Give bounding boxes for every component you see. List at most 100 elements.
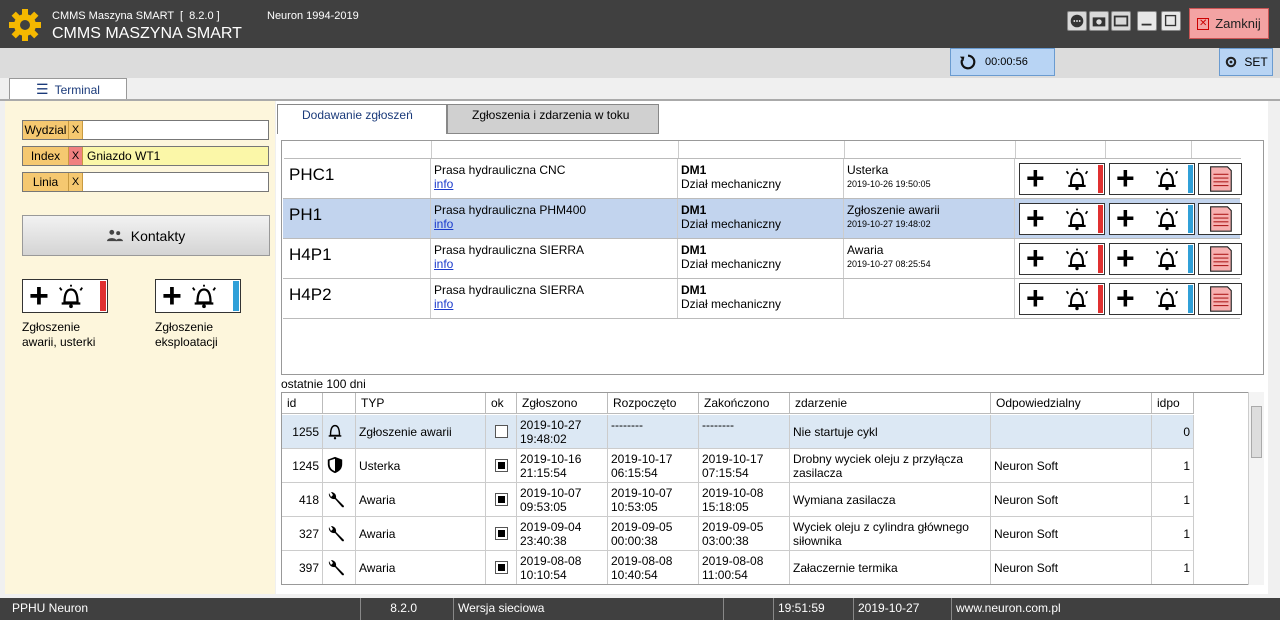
machine-row[interactable]: H4P2 Prasa hydrauliczna SIERRA info DM1 Dzia… <box>283 279 1242 319</box>
filter-index[interactable]: Index X Gniazdo WT1 <box>22 146 269 166</box>
department-name: Dział mechaniczny <box>681 297 782 311</box>
event-row[interactable]: 418 Awaria 2019-10-07 09:53:05 2019-10-07 10:… <box>282 483 1194 517</box>
machine-row[interactable]: PHC1 Prasa hydrauliczna CNC info DM1 Dział m… <box>283 159 1242 199</box>
info-link[interactable]: info <box>434 257 453 271</box>
close-button[interactable]: ✕ Zamknij <box>1189 8 1269 39</box>
blue-marker <box>1188 285 1193 313</box>
event-ok-cell <box>486 551 517 584</box>
screen-icon[interactable] <box>1111 11 1131 31</box>
document-button[interactable] <box>1198 163 1242 195</box>
plus-icon: + <box>1026 200 1045 236</box>
info-link[interactable]: info <box>434 177 453 191</box>
minimize-icon[interactable] <box>1137 11 1157 31</box>
finished-time: 15:18:05 <box>702 500 749 514</box>
tab-terminal-label: Terminal <box>54 82 100 97</box>
machine-status: Usterka <box>847 163 889 177</box>
operation-caption: Zgłoszenie eksploatacji <box>155 320 218 350</box>
col-header-zgloszono[interactable]: Zgłoszono <box>517 393 608 414</box>
event-idpo: 1 <box>1152 551 1194 584</box>
ok-checkbox[interactable] <box>494 459 508 472</box>
reported-cell: 2019-08-08 10:10:54 <box>517 551 608 584</box>
tab-reports-in-progress[interactable]: Zgłoszenia i zdarzenia w toku <box>447 104 659 134</box>
started-date: -------- <box>611 418 643 432</box>
col-header-idpo[interactable]: idpo <box>1152 393 1194 414</box>
col-header-zdarzenie[interactable]: zdarzenie <box>790 393 991 414</box>
refresh-timer-button[interactable]: 00:00:56 <box>950 48 1055 76</box>
contacts-button[interactable]: Kontakty <box>22 215 270 256</box>
report-operation-button[interactable]: + <box>1109 242 1195 275</box>
machine-name-cell: Prasa hydrauliczna SIERRA info <box>431 239 678 278</box>
blue-marker <box>233 281 239 311</box>
report-operation-button[interactable]: + <box>1109 202 1195 235</box>
document-button[interactable] <box>1198 283 1242 315</box>
status-version: 8.2.0 <box>360 598 455 620</box>
scrollbar-thumb[interactable] <box>1251 406 1262 458</box>
ok-checkbox[interactable] <box>494 527 508 540</box>
red-marker <box>1098 245 1103 273</box>
filter-value[interactable] <box>83 173 268 191</box>
report-failure-button[interactable]: + <box>1019 162 1105 195</box>
event-row[interactable]: 327 Awaria 2019-09-04 23:40:38 2019-09-05 00:… <box>282 517 1194 551</box>
report-failure-button[interactable]: + <box>1019 242 1105 275</box>
report-operation-button[interactable]: + <box>155 279 241 313</box>
finished-time: 03:00:38 <box>702 534 749 548</box>
department-name: Dział mechaniczny <box>681 217 782 231</box>
ok-checkbox[interactable] <box>494 561 508 574</box>
event-responsible <box>991 415 1152 448</box>
event-idpo: 1 <box>1152 483 1194 516</box>
report-failure-button[interactable]: + <box>1019 200 1105 236</box>
app-title-small: CMMS Maszyna SMART [ 8.2.0 ] <box>52 10 220 22</box>
clear-filter-button[interactable]: X <box>69 147 83 165</box>
col-header-rozpoczeto[interactable]: Rozpoczęto <box>608 393 699 414</box>
event-row[interactable]: 1255 Zgłoszenie awarii 2019-10-27 19:48:02-… <box>282 415 1194 449</box>
report-operation-button[interactable]: + <box>1109 162 1195 195</box>
chat-icon[interactable] <box>1067 11 1087 31</box>
finished-cell: 2019-09-05 03:00:38 <box>699 517 790 550</box>
ok-checkbox[interactable] <box>494 493 508 506</box>
caption-line: eksploatacji <box>155 335 218 349</box>
document-button[interactable] <box>1198 203 1242 235</box>
timer-value: 00:00:56 <box>985 56 1028 68</box>
camera-icon[interactable] <box>1089 11 1109 31</box>
col-header-zakonczono[interactable]: Zakończono <box>699 393 790 414</box>
event-description: Drobny wyciek oleju z przyłącza zasilacz… <box>790 449 991 482</box>
event-row[interactable]: 397 Awaria 2019-08-08 10:10:54 2019-08-08 10:… <box>282 551 1194 584</box>
title-bar: CMMS Maszyna SMART [ 8.2.0 ] CMMS MASZYN… <box>0 0 1280 48</box>
machine-row[interactable]: PH1 Prasa hydrauliczna PHM400 info DM1 Dział… <box>283 199 1242 239</box>
ok-checkbox[interactable] <box>494 425 508 438</box>
filter-wydzial[interactable]: Wydzial X <box>22 120 269 140</box>
events-scrollbar[interactable] <box>1248 392 1264 585</box>
machine-row[interactable]: H4P1 Prasa hydrauliczna SIERRA info DM1 Dzia… <box>283 239 1242 279</box>
maximize-icon[interactable] <box>1161 11 1181 31</box>
report-operation-button[interactable]: + <box>1109 282 1195 315</box>
clear-filter-button[interactable]: X <box>69 173 83 191</box>
settings-icon <box>1226 56 1237 68</box>
filter-label: Linia <box>23 173 69 191</box>
wrench-icon <box>323 551 356 584</box>
alarm-bell-icon <box>1065 208 1089 231</box>
machine-name: Prasa hydrauliczna PHM400 <box>434 203 587 217</box>
filter-value[interactable]: Gniazdo WT1 <box>83 147 268 165</box>
event-id: 1245 <box>282 449 323 482</box>
report-failure-button[interactable]: + <box>22 279 108 313</box>
report-failure-button[interactable]: + <box>1019 280 1105 316</box>
event-row[interactable]: 1245 Usterka 2019-10-16 21:15:54 2019-10-17 0… <box>282 449 1194 483</box>
filter-value[interactable] <box>83 121 268 139</box>
info-link[interactable]: info <box>434 297 453 311</box>
tab-add-reports[interactable]: Dodawanie zgłoszeń <box>277 104 447 134</box>
plus-icon: + <box>1026 280 1045 316</box>
clear-filter-button[interactable]: X <box>69 121 83 139</box>
document-button[interactable] <box>1198 243 1242 275</box>
info-link[interactable]: info <box>434 217 453 231</box>
set-button[interactable]: SET <box>1219 48 1273 76</box>
tab-terminal[interactable]: ☰ Terminal <box>9 78 127 100</box>
alarm-bell-icon <box>1155 168 1179 191</box>
col-header-id[interactable]: id <box>282 393 323 414</box>
machine-name-cell: Prasa hydrauliczna SIERRA info <box>431 279 678 318</box>
reported-cell: 2019-10-16 21:15:54 <box>517 449 608 482</box>
col-header-ok[interactable]: ok <box>486 393 517 414</box>
department-code: DM1 <box>681 243 707 257</box>
col-header-typ[interactable]: TYP <box>356 393 486 414</box>
filter-linia[interactable]: Linia X <box>22 172 269 192</box>
col-header-odpowiedzialny[interactable]: Odpowiedzialny <box>991 393 1152 414</box>
